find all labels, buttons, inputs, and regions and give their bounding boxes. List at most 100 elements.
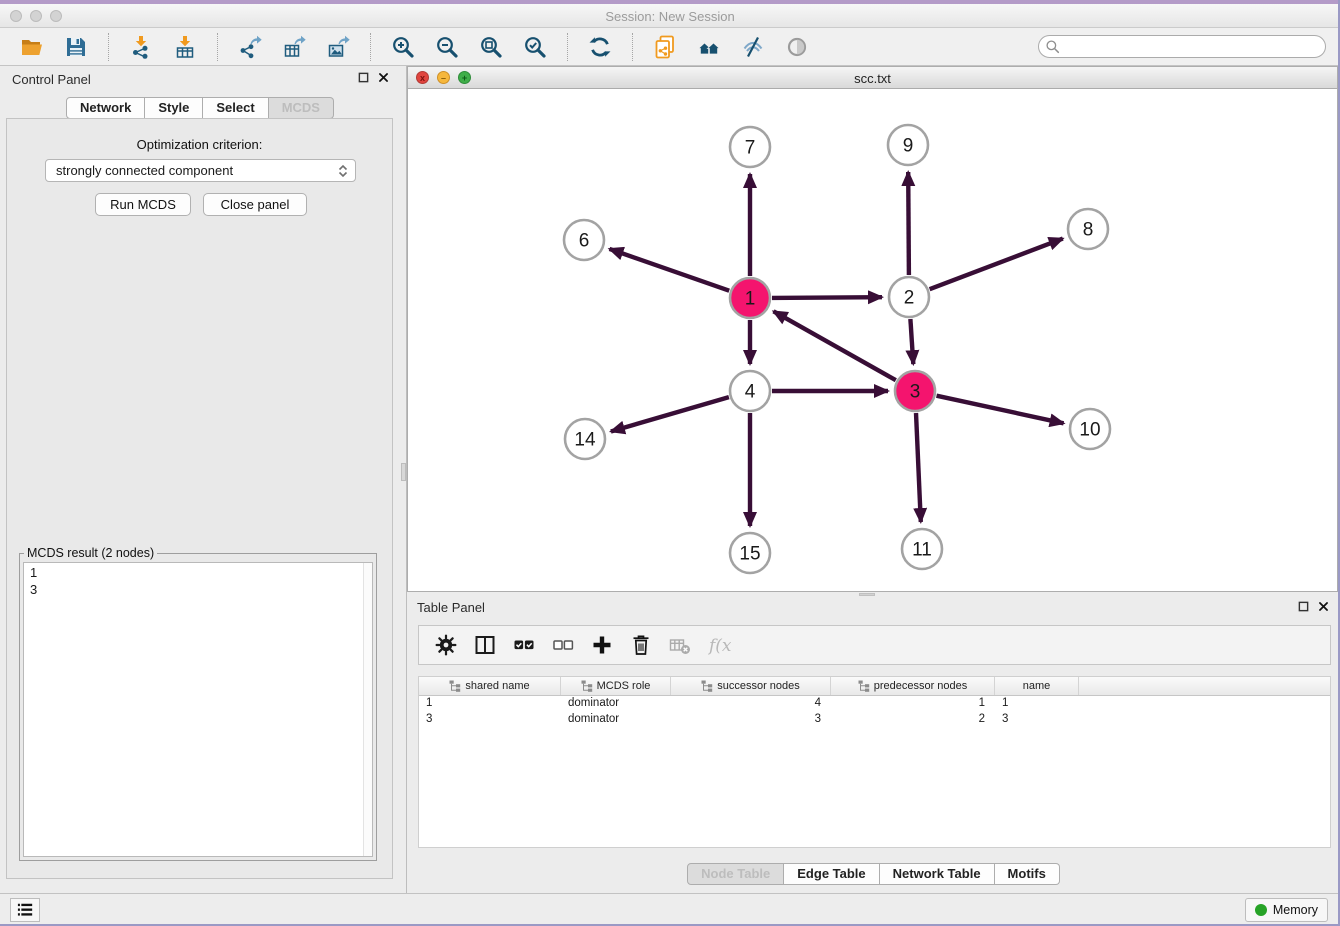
status-bar: Memory bbox=[0, 893, 1340, 926]
network-window-titlebar[interactable]: x – + scc.txt bbox=[408, 67, 1337, 89]
home-view-icon[interactable] bbox=[695, 33, 723, 61]
cell-successor-nodes[interactable]: 3 bbox=[671, 712, 831, 728]
node-3[interactable]: 3 bbox=[895, 371, 935, 411]
memory-label: Memory bbox=[1273, 903, 1318, 917]
task-history-button[interactable] bbox=[10, 898, 40, 922]
node-4[interactable]: 4 bbox=[730, 371, 770, 411]
select-all-columns-icon[interactable] bbox=[511, 632, 537, 658]
unselect-all-columns-icon[interactable] bbox=[550, 632, 576, 658]
table-tab-node-table[interactable]: Node Table bbox=[687, 863, 784, 885]
close-table-panel-icon[interactable] bbox=[1317, 600, 1330, 613]
cell-shared-name[interactable]: 3 bbox=[419, 712, 561, 728]
table-row[interactable]: 3dominator323 bbox=[419, 712, 1330, 728]
edge-1-6[interactable] bbox=[610, 249, 730, 291]
edge-4-14[interactable] bbox=[611, 397, 729, 431]
float-panel-icon[interactable] bbox=[357, 71, 370, 84]
node-9[interactable]: 9 bbox=[888, 125, 928, 165]
cell-mcds-role[interactable]: dominator bbox=[561, 712, 671, 728]
column-header-name[interactable]: name bbox=[995, 677, 1079, 695]
export-network-icon[interactable] bbox=[236, 33, 264, 61]
mcds-result-text[interactable]: 13 bbox=[23, 562, 373, 857]
result-scrollbar[interactable] bbox=[363, 563, 372, 856]
float-table-panel-icon[interactable] bbox=[1297, 600, 1310, 613]
optimization-criterion-select[interactable]: strongly connected component bbox=[45, 159, 356, 182]
zoom-selected-icon[interactable] bbox=[521, 33, 549, 61]
node-11[interactable]: 11 bbox=[902, 529, 942, 569]
mcds-result-title: MCDS result (2 nodes) bbox=[24, 546, 157, 560]
horizontal-splitter-grip[interactable] bbox=[859, 593, 875, 596]
column-header-mcds-role[interactable]: MCDS role bbox=[561, 677, 671, 695]
column-header-successor-nodes[interactable]: successor nodes bbox=[671, 677, 831, 695]
edge-2-8[interactable] bbox=[930, 239, 1063, 290]
delete-column-icon[interactable] bbox=[628, 632, 654, 658]
edge-3-10[interactable] bbox=[937, 396, 1064, 424]
cell-predecessor-nodes[interactable]: 2 bbox=[831, 712, 995, 728]
search-input[interactable] bbox=[1038, 35, 1326, 58]
toolbar-separator bbox=[217, 33, 218, 61]
vertical-splitter[interactable] bbox=[400, 66, 407, 893]
tab-select[interactable]: Select bbox=[203, 97, 268, 119]
node-14[interactable]: 14 bbox=[565, 419, 605, 459]
node-7[interactable]: 7 bbox=[730, 127, 770, 167]
network-canvas[interactable]: 7 9 6 8 1 2 4 3 14 10 15 11 bbox=[408, 89, 1337, 591]
memory-button[interactable]: Memory bbox=[1245, 898, 1328, 922]
zoom-fit-icon[interactable] bbox=[477, 33, 505, 61]
node-10[interactable]: 10 bbox=[1070, 409, 1110, 449]
export-image-icon[interactable] bbox=[324, 33, 352, 61]
save-session-icon[interactable] bbox=[62, 33, 90, 61]
cell-mcds-role[interactable]: dominator bbox=[561, 696, 671, 712]
column-header-predecessor-nodes[interactable]: predecessor nodes bbox=[831, 677, 995, 695]
svg-text:15: 15 bbox=[739, 544, 760, 565]
node-8[interactable]: 8 bbox=[1068, 209, 1108, 249]
hide-selected-icon[interactable] bbox=[739, 33, 767, 61]
delete-table-icon bbox=[667, 632, 693, 658]
refresh-layout-icon[interactable] bbox=[586, 33, 614, 61]
import-network-icon[interactable] bbox=[127, 33, 155, 61]
cell-predecessor-nodes[interactable]: 1 bbox=[831, 696, 995, 712]
node-table: shared nameMCDS rolesuccessor nodesprede… bbox=[418, 676, 1331, 848]
list-icon bbox=[15, 900, 35, 920]
table-tab-edge-table[interactable]: Edge Table bbox=[784, 863, 879, 885]
table-tab-network-table[interactable]: Network Table bbox=[880, 863, 995, 885]
cell-successor-nodes[interactable]: 4 bbox=[671, 696, 831, 712]
zoom-in-icon[interactable] bbox=[389, 33, 417, 61]
select-stepper-icon bbox=[337, 163, 349, 182]
close-panel-icon[interactable] bbox=[377, 71, 390, 84]
criterion-value: strongly connected component bbox=[56, 163, 233, 178]
column-header-shared-name[interactable]: shared name bbox=[419, 677, 561, 695]
show-all-icon[interactable] bbox=[783, 33, 811, 61]
cell-name[interactable]: 3 bbox=[995, 712, 1079, 728]
tab-network[interactable]: Network bbox=[66, 97, 145, 119]
add-column-icon[interactable] bbox=[589, 632, 615, 658]
edge-3-1[interactable] bbox=[774, 311, 896, 380]
vertical-splitter-grip[interactable] bbox=[401, 463, 406, 481]
edge-3-11[interactable] bbox=[916, 413, 921, 522]
node-2[interactable]: 2 bbox=[889, 277, 929, 317]
node-6[interactable]: 6 bbox=[564, 220, 604, 260]
edge-2-9[interactable] bbox=[908, 172, 909, 275]
tab-style[interactable]: Style bbox=[145, 97, 203, 119]
table-settings-icon[interactable] bbox=[433, 632, 459, 658]
table-row[interactable]: 1dominator411 bbox=[419, 696, 1330, 712]
node-1[interactable]: 1 bbox=[730, 278, 770, 318]
import-table-icon[interactable] bbox=[171, 33, 199, 61]
tab-mcds[interactable]: MCDS bbox=[269, 97, 334, 119]
svg-text:3: 3 bbox=[910, 382, 921, 403]
optimization-criterion-label: Optimization criterion: bbox=[7, 137, 392, 152]
table-tab-motifs[interactable]: Motifs bbox=[995, 863, 1060, 885]
export-table-icon[interactable] bbox=[280, 33, 308, 61]
cell-shared-name[interactable]: 1 bbox=[419, 696, 561, 712]
node-15[interactable]: 15 bbox=[730, 533, 770, 573]
toolbar-separator bbox=[108, 33, 109, 61]
split-columns-icon[interactable] bbox=[472, 632, 498, 658]
svg-text:7: 7 bbox=[745, 138, 756, 159]
cell-name[interactable]: 1 bbox=[995, 696, 1079, 712]
edge-1-2[interactable] bbox=[772, 297, 882, 298]
run-mcds-button[interactable]: Run MCDS bbox=[95, 193, 191, 216]
clone-network-icon[interactable] bbox=[651, 33, 679, 61]
edge-2-3[interactable] bbox=[910, 319, 913, 364]
svg-text:10: 10 bbox=[1079, 420, 1100, 441]
open-session-icon[interactable] bbox=[18, 33, 46, 61]
zoom-out-icon[interactable] bbox=[433, 33, 461, 61]
close-panel-button[interactable]: Close panel bbox=[203, 193, 307, 216]
